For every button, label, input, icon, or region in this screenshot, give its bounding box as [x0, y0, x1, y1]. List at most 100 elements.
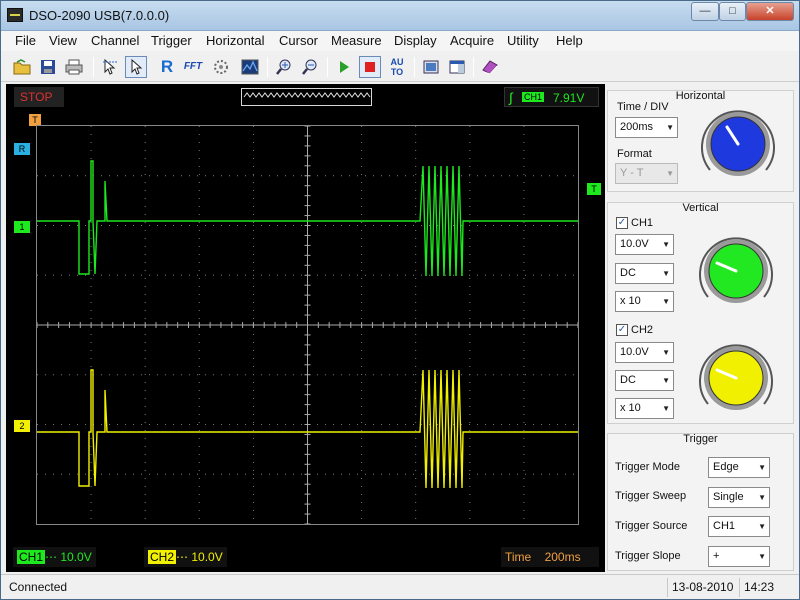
title-bar: DSO-2090 USB(7.0.0.0) — □ ✕	[1, 1, 799, 31]
trigger-source-label: Trigger Source	[615, 520, 688, 532]
time-scale-value: 200ms	[544, 550, 581, 564]
chevron-down-icon: ▼	[666, 169, 674, 178]
chevron-down-icon: ▼	[662, 269, 670, 278]
ch1-volts-value: 10.0V	[620, 238, 649, 250]
waveform-canvas	[36, 125, 579, 525]
trigger-mode-value: Edge	[713, 461, 739, 473]
menu-help[interactable]: Help	[556, 33, 583, 48]
trigger-slope-select[interactable]: + ▼	[708, 546, 770, 567]
waveform-graticule	[36, 125, 579, 525]
menu-channel[interactable]: Channel	[91, 33, 139, 48]
format-value: Y - T	[620, 167, 644, 179]
maximize-button[interactable]: □	[719, 2, 746, 21]
ch1-enable-checkbox[interactable]: ✓	[616, 217, 628, 229]
ch2-volts-knob[interactable]	[696, 338, 776, 418]
trigger-panel: Trigger Trigger Mode Edge ▼ Trigger Sweep…	[607, 433, 794, 571]
zoom-out-icon[interactable]	[299, 56, 321, 78]
record-position-bar[interactable]	[241, 88, 372, 106]
time-scale-badge: Time 200ms	[501, 547, 599, 567]
zoom-in-icon[interactable]	[273, 56, 295, 78]
trigger-slope-label: Trigger Slope	[615, 550, 681, 562]
ch2-label: CH2	[631, 324, 654, 336]
book-icon[interactable]	[479, 56, 501, 78]
trigger-mode-label: Trigger Mode	[615, 461, 681, 473]
spectrum-icon[interactable]	[239, 56, 261, 78]
trigger-level-marker[interactable]: T	[587, 183, 601, 195]
trigger-mode-select[interactable]: Edge ▼	[708, 457, 770, 478]
time-div-knob[interactable]	[698, 104, 778, 184]
time-div-select[interactable]: 200ms ▼	[615, 117, 678, 138]
ch1-probe-value: x 10	[620, 295, 641, 307]
toolbar-separator	[93, 57, 94, 77]
menu-acquire[interactable]: Acquire	[450, 33, 494, 48]
chevron-down-icon: ▼	[662, 240, 670, 249]
ch2-offset-marker[interactable]: 2	[14, 420, 30, 432]
ch1-scale-badge: CH1 ⋯ 10.0V	[13, 547, 96, 567]
reference-marker[interactable]: R	[14, 143, 30, 155]
ch2-probe-value: x 10	[620, 402, 641, 414]
status-time: 14:23	[739, 578, 795, 597]
toolbar-separator	[414, 57, 415, 77]
chevron-down-icon: ▼	[758, 552, 766, 561]
menu-horizontal[interactable]: Horizontal	[206, 33, 265, 48]
ch2-scale-value: 10.0V	[191, 550, 223, 564]
trigger-sweep-select[interactable]: Single ▼	[708, 487, 770, 508]
menu-utility[interactable]: Utility	[507, 33, 539, 48]
toolbar: R FFT AU TO	[1, 52, 799, 82]
ch1-volts-select[interactable]: 10.0V ▼	[615, 234, 674, 255]
ch2-scale-badge: CH2 ⋯ 10.0V	[144, 547, 227, 567]
ch1-probe-select[interactable]: x 10 ▼	[615, 291, 674, 312]
menu-cursor[interactable]: Cursor	[279, 33, 318, 48]
trigger-level-value: 7.91V	[553, 91, 585, 105]
trigger-readout: ∫ CH1 7.91V	[504, 87, 599, 107]
chevron-down-icon: ▼	[662, 376, 670, 385]
menu-measure[interactable]: Measure	[331, 33, 382, 48]
print-icon[interactable]	[63, 56, 85, 78]
run-state-indicator: STOP	[14, 87, 64, 107]
ch2-volts-select[interactable]: 10.0V ▼	[615, 342, 674, 363]
chevron-down-icon: ▼	[662, 404, 670, 413]
chevron-down-icon: ▼	[758, 463, 766, 472]
menu-file[interactable]: File	[15, 33, 36, 48]
ch2-probe-select[interactable]: x 10 ▼	[615, 398, 674, 419]
menu-display[interactable]: Display	[394, 33, 437, 48]
run-icon[interactable]	[333, 56, 355, 78]
persistence-icon[interactable]	[210, 56, 232, 78]
trigger-channel-tag: CH1	[522, 92, 545, 102]
window-icon[interactable]	[446, 56, 468, 78]
pointer-select-icon[interactable]	[99, 56, 121, 78]
reference-icon[interactable]: R	[156, 56, 178, 78]
stop-icon[interactable]	[359, 56, 381, 78]
ch2-coupling-value: DC	[620, 374, 636, 386]
trigger-source-select[interactable]: CH1 ▼	[708, 516, 770, 537]
chevron-down-icon: ▼	[758, 522, 766, 531]
ch1-scale-tag: CH1	[17, 550, 46, 564]
trigger-source-value: CH1	[713, 520, 736, 532]
minimize-button[interactable]: —	[691, 2, 719, 21]
menu-view[interactable]: View	[49, 33, 77, 48]
ch1-offset-marker[interactable]: 1	[14, 221, 30, 233]
graticule-grid	[36, 125, 579, 525]
fft-icon[interactable]: FFT	[182, 56, 204, 78]
time-div-value: 200ms	[620, 121, 654, 133]
status-bar: Connected 13-08-2010 14:23	[1, 574, 799, 599]
ch2-coupling-select[interactable]: DC ▼	[615, 370, 674, 391]
save-icon[interactable]	[37, 56, 59, 78]
ch1-label: CH1	[631, 217, 654, 229]
status-date: 13-08-2010	[667, 578, 739, 597]
open-folder-icon[interactable]	[11, 56, 33, 78]
trigger-sweep-label: Trigger Sweep	[615, 490, 687, 502]
oscilloscope-app-icon	[7, 8, 23, 22]
ch1-coupling-select[interactable]: DC ▼	[615, 263, 674, 284]
snapshot-icon[interactable]	[420, 56, 442, 78]
time-scale-label: Time	[505, 550, 532, 564]
close-button[interactable]: ✕	[746, 2, 794, 21]
ch1-volts-knob[interactable]	[696, 231, 776, 311]
pointer-icon[interactable]	[125, 56, 147, 78]
vertical-panel-title: Vertical	[682, 202, 719, 214]
ch2-enable-checkbox[interactable]: ✓	[616, 324, 628, 336]
auto-icon[interactable]: AU TO	[386, 56, 408, 78]
chevron-down-icon: ▼	[662, 297, 670, 306]
format-select[interactable]: Y - T ▼	[615, 163, 678, 184]
menu-trigger[interactable]: Trigger	[151, 33, 192, 48]
